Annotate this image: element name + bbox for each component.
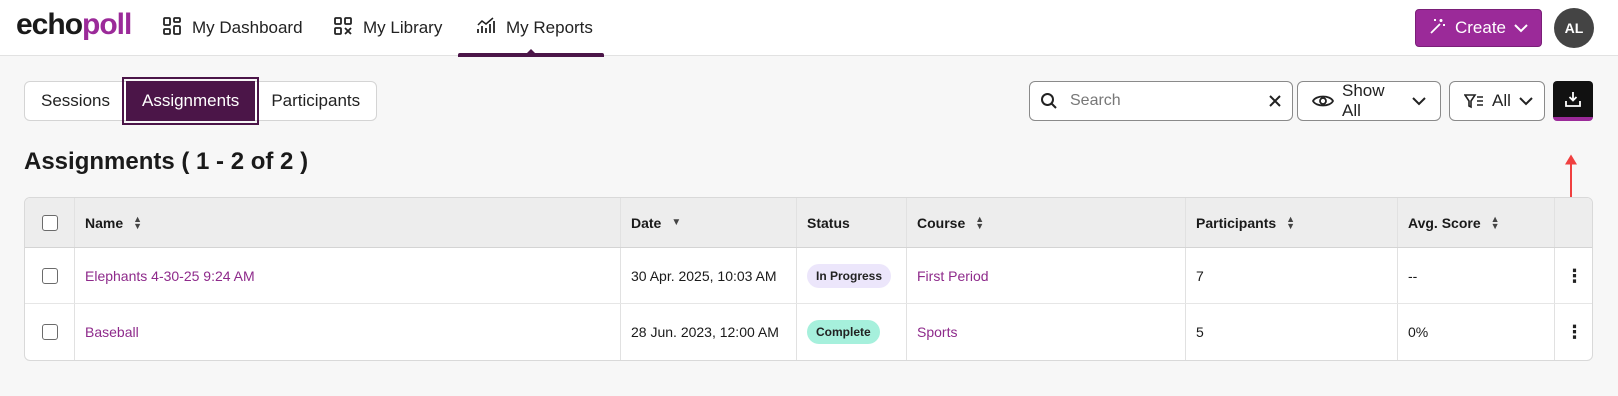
- chevron-down-icon: [1412, 96, 1426, 106]
- assignment-name-link[interactable]: Elephants 4-30-25 9:24 AM: [85, 268, 255, 284]
- course-link[interactable]: Sports: [917, 324, 957, 340]
- column-header-date[interactable]: Date ▼: [621, 198, 797, 247]
- user-avatar[interactable]: AL: [1554, 8, 1594, 48]
- logo-text-poll: poll: [82, 8, 132, 41]
- create-button-label: Create: [1454, 18, 1507, 37]
- row-checkbox[interactable]: [41, 267, 58, 284]
- row-checkbox[interactable]: [41, 324, 58, 340]
- participants-cell: 7: [1186, 248, 1398, 303]
- page-title-text: Assignments: [24, 148, 175, 175]
- sort-icon: ▲ ▼: [1490, 213, 1500, 231]
- column-header-status: Status: [797, 198, 907, 247]
- search-input[interactable]: [1070, 92, 1260, 110]
- course-link[interactable]: First Period: [917, 268, 989, 284]
- column-header-course[interactable]: Course ▲ ▼: [907, 198, 1186, 247]
- tab-assignments[interactable]: Assignments: [121, 77, 260, 125]
- page-title: Assignments ( 1 - 2 of 2 ): [24, 148, 308, 176]
- status-badge: Complete: [807, 320, 880, 344]
- select-all-checkbox[interactable]: [41, 214, 58, 231]
- clear-search-icon[interactable]: [1268, 94, 1282, 108]
- status-badge: In Progress: [807, 263, 892, 288]
- magic-wand-icon: [1429, 17, 1447, 40]
- top-navigation-bar: echopoll My Dashboard My Library My Repo…: [0, 0, 1618, 57]
- result-range: ( 1 - 2 of 2 ): [181, 148, 309, 175]
- nav-my-dashboard[interactable]: My Dashboard: [162, 0, 303, 56]
- echopoll-logo[interactable]: echopoll: [16, 8, 132, 42]
- create-button[interactable]: Create: [1415, 9, 1542, 47]
- column-header-participants[interactable]: Participants ▲ ▼: [1186, 198, 1398, 247]
- date-cell: 28 Jun. 2023, 12:00 AM: [621, 304, 797, 360]
- assignment-name-link[interactable]: Baseball: [85, 324, 139, 340]
- nav-label: My Dashboard: [192, 18, 303, 37]
- avg-score-cell: 0%: [1398, 304, 1555, 360]
- logo-text-echo: echo: [16, 8, 83, 41]
- assignments-table: Name ▲ ▼ Date ▼ Status Course ▲ ▼ Participant…: [24, 197, 1593, 361]
- chevron-down-icon: [1514, 18, 1528, 38]
- show-all-dropdown[interactable]: Show All: [1297, 81, 1441, 121]
- nav-label: My Reports: [506, 18, 593, 37]
- table-row: Elephants 4-30-25 9:24 AM 30 Apr. 2025, …: [25, 248, 1592, 304]
- sort-icon: ▲ ▼: [133, 213, 143, 231]
- sort-icon: ▲ ▼: [1286, 213, 1296, 231]
- table-row: Baseball 28 Jun. 2023, 12:00 AM Complete…: [25, 304, 1592, 360]
- download-icon: [1564, 90, 1582, 108]
- library-icon: [333, 16, 353, 41]
- chevron-down-icon: [1519, 96, 1533, 106]
- search-icon: [1040, 92, 1058, 110]
- participants-cell: 5: [1186, 304, 1398, 360]
- search-box: [1029, 81, 1293, 121]
- avg-score-cell: --: [1398, 248, 1555, 303]
- nav-my-library[interactable]: My Library: [333, 0, 442, 56]
- date-cell: 30 Apr. 2025, 10:03 AM: [621, 248, 797, 303]
- tab-sessions[interactable]: Sessions: [25, 82, 126, 120]
- eye-icon: [1312, 93, 1334, 109]
- more-options-icon[interactable]: ⋮: [1566, 267, 1584, 285]
- nav-my-reports[interactable]: My Reports: [458, 0, 604, 57]
- download-button[interactable]: [1553, 81, 1593, 121]
- filter-icon: [1464, 93, 1484, 109]
- column-header-avg-score[interactable]: Avg. Score ▲ ▼: [1398, 198, 1555, 247]
- filter-dropdown[interactable]: All: [1449, 81, 1545, 121]
- column-header-name[interactable]: Name ▲ ▼: [75, 198, 621, 247]
- dashboard-icon: [162, 16, 182, 41]
- sort-descending-icon: ▼: [671, 217, 682, 228]
- table-header-row: Name ▲ ▼ Date ▼ Status Course ▲ ▼ Participant…: [25, 198, 1592, 248]
- nav-label: My Library: [363, 18, 443, 37]
- sort-icon: ▲ ▼: [975, 213, 985, 231]
- filter-label: All: [1492, 91, 1511, 110]
- active-nav-indicator: [526, 49, 536, 54]
- more-options-icon[interactable]: ⋮: [1566, 323, 1584, 341]
- show-all-label: Show All: [1342, 81, 1385, 120]
- view-tabs: Sessions Assignments Participants: [24, 77, 378, 125]
- reports-icon: [476, 16, 496, 41]
- tab-participants[interactable]: Participants: [255, 82, 376, 120]
